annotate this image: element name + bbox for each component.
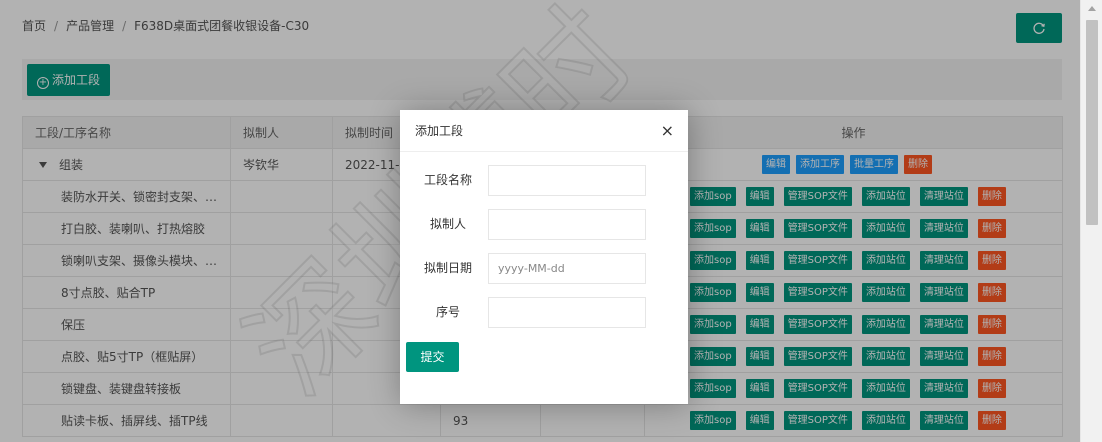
dialog-header: 添加工段 × — [400, 110, 688, 152]
vertical-scrollbar[interactable] — [1080, 0, 1102, 442]
add-stage-dialog: 添加工段 × 工段名称 拟制人 拟制日期 序号 提交 — [400, 110, 688, 404]
dialog-title: 添加工段 — [415, 124, 464, 138]
seq-label: 序号 — [435, 305, 460, 319]
date-label: 拟制日期 — [423, 261, 472, 275]
author-row: 拟制人 — [408, 209, 648, 240]
scrollbar-thumb[interactable] — [1086, 20, 1098, 225]
scroll-up-arrow-icon[interactable] — [1088, 6, 1096, 11]
author-input[interactable] — [488, 209, 646, 240]
date-row: 拟制日期 — [408, 253, 648, 284]
stage-name-row: 工段名称 — [408, 165, 648, 196]
stage-name-label: 工段名称 — [423, 173, 472, 187]
stage-name-input[interactable] — [488, 165, 646, 196]
seq-row: 序号 — [408, 297, 648, 328]
author-label: 拟制人 — [429, 217, 466, 231]
submit-button[interactable]: 提交 — [406, 342, 459, 372]
seq-input[interactable] — [488, 297, 646, 328]
close-icon[interactable]: × — [661, 110, 674, 152]
date-input[interactable] — [488, 253, 646, 284]
